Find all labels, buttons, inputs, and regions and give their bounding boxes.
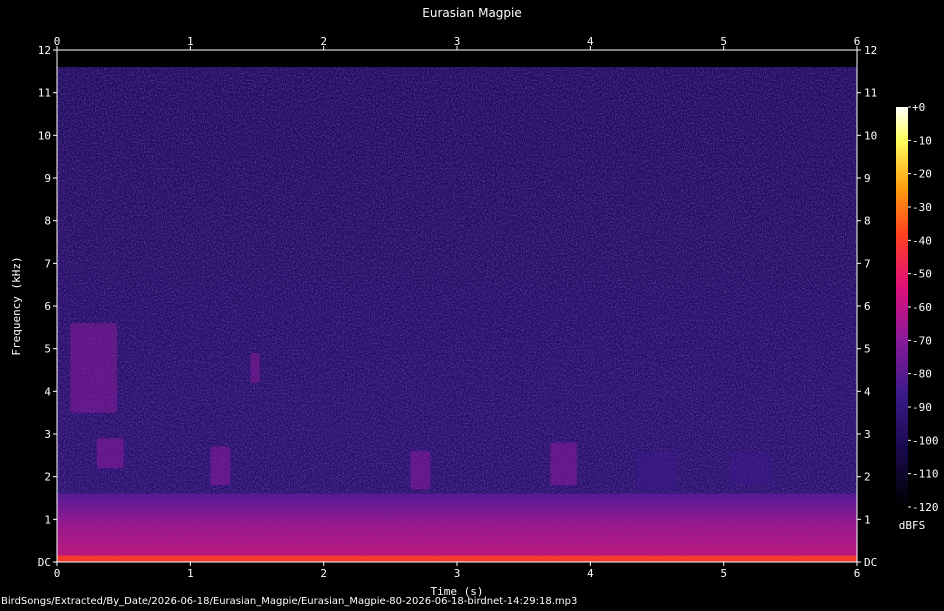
vocalization-4 <box>250 352 260 383</box>
x-tick-label-top: 2 <box>320 35 327 48</box>
noise-texture <box>57 67 857 563</box>
x-tick-label-bottom: 4 <box>587 567 594 580</box>
x-tick-label-bottom: 2 <box>320 567 327 580</box>
colorbar-tick-label: +0 <box>912 101 925 114</box>
vocalization-6 <box>550 442 577 486</box>
x-tick-label-top: 3 <box>454 35 461 48</box>
colorbar-tick-label: -110 <box>912 468 939 481</box>
x-tick-label-top: 0 <box>54 35 61 48</box>
x-tick-label-bottom: 3 <box>454 567 461 580</box>
colorbar-unit-label: dBFS <box>899 519 926 532</box>
vocalization-3 <box>210 446 231 486</box>
y-tick-label-left: 2 <box>44 471 51 484</box>
y-tick-label-left: 11 <box>38 87 51 100</box>
y-tick-label-left: 4 <box>44 385 51 398</box>
colorbar-tick-label: -60 <box>912 301 932 314</box>
x-tick-label-top: 6 <box>854 35 861 48</box>
y-tick-label-left: 12 <box>38 44 51 57</box>
colorbar-tick-label: -100 <box>912 434 939 447</box>
y-tick-label-left: 10 <box>38 129 51 142</box>
y-tick-label-right: 12 <box>864 44 877 57</box>
y-tick-label-right: 7 <box>864 257 871 270</box>
y-tick-label-right: 4 <box>864 385 871 398</box>
y-tick-label-right: 6 <box>864 300 871 313</box>
y-tick-label-right: 9 <box>864 172 871 185</box>
y-tick-label-left: 9 <box>44 172 51 185</box>
y-tick-label-right: 10 <box>864 129 877 142</box>
y-tick-label-left: 1 <box>44 513 51 526</box>
y-axis-label: Frequency (kHz) <box>10 256 23 355</box>
file-path-label: BirdSongs/Extracted/By_Date/2026-06-18/E… <box>1 596 578 607</box>
y-tick-label-right: DC <box>864 556 877 569</box>
y-tick-label-right: 11 <box>864 87 877 100</box>
y-tick-label-right: 5 <box>864 343 871 356</box>
x-tick-label-top: 4 <box>587 35 594 48</box>
y-tick-label-right: 2 <box>864 471 871 484</box>
y-tick-label-left: 6 <box>44 300 51 313</box>
low-frequency-band <box>57 493 857 562</box>
x-tick-label-bottom: 6 <box>854 567 861 580</box>
vocalization-7 <box>637 451 677 490</box>
colorbar-tick-label: -70 <box>912 334 932 347</box>
colorbar-tick-label: -30 <box>912 201 932 214</box>
colorbar-tick-label: -10 <box>912 134 932 147</box>
y-tick-label-left: DC <box>38 556 51 569</box>
x-tick-label-bottom: 0 <box>54 567 61 580</box>
x-tick-label-bottom: 1 <box>187 567 194 580</box>
y-tick-label-right: 8 <box>864 215 871 228</box>
colorbar-tick-label: -90 <box>912 401 932 414</box>
colorbar-tick-label: -120 <box>912 501 939 514</box>
y-tick-label-right: 1 <box>864 513 871 526</box>
y-tick-label-left: 3 <box>44 428 51 441</box>
colorbar-tick-label: -20 <box>912 168 932 181</box>
vocalization-8 <box>730 451 771 486</box>
x-tick-label-bottom: 5 <box>720 567 727 580</box>
x-tick-label-top: 1 <box>187 35 194 48</box>
colorbar-tick-label: -80 <box>912 368 932 381</box>
y-tick-label-left: 5 <box>44 343 51 356</box>
dc-band <box>57 555 857 562</box>
colorbar-tick-label: -40 <box>912 234 932 247</box>
vocalization-5 <box>410 451 431 490</box>
colorbar <box>896 107 908 507</box>
spectrogram-chart: 00112233445566DC DC1 12 23 34 45 56 67 78 89 910 10… <box>10 35 939 598</box>
vocalization-1 <box>70 323 117 413</box>
vocalization-2 <box>97 438 124 469</box>
y-tick-label-left: 7 <box>44 257 51 270</box>
x-tick-label-top: 5 <box>720 35 727 48</box>
colorbar-tick-label: -50 <box>912 268 932 281</box>
y-tick-label-left: 8 <box>44 215 51 228</box>
y-tick-label-right: 3 <box>864 428 871 441</box>
